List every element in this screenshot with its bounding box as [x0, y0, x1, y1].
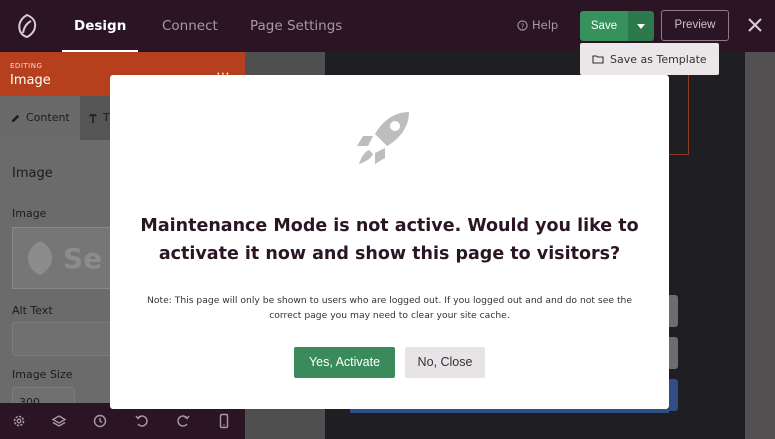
preview-button[interactable]: Preview: [661, 10, 729, 41]
dialog-note: Note: This page will only be shown to us…: [146, 295, 633, 321]
maintenance-mode-dialog: Maintenance Mode is not active. Would yo…: [110, 75, 669, 409]
save-dropdown-menu[interactable]: Save as Template: [580, 43, 719, 75]
alt-text-input[interactable]: [12, 322, 122, 356]
help-icon: ?: [517, 19, 528, 31]
tab-design[interactable]: Design: [61, 0, 139, 52]
save-button[interactable]: Save: [580, 11, 628, 41]
selected-block-outline: [669, 75, 689, 155]
image-size-label: Image Size: [12, 368, 73, 381]
editing-label: EDITING: [10, 62, 43, 70]
save-as-template-option[interactable]: Save as Template: [610, 53, 707, 66]
undo-icon[interactable]: [134, 413, 150, 429]
editing-title: Image: [10, 73, 51, 88]
redo-icon[interactable]: [175, 413, 191, 429]
canvas-right-area: [745, 52, 775, 439]
no-close-button[interactable]: No, Close: [405, 347, 485, 378]
history-icon[interactable]: [92, 413, 108, 429]
pencil-icon: [11, 114, 20, 122]
layers-icon[interactable]: [51, 413, 67, 429]
tab-page-settings[interactable]: Page Settings: [250, 0, 342, 52]
paragraph-icon: [89, 113, 97, 123]
section-title: Image: [12, 166, 53, 181]
save-options-button[interactable]: [628, 11, 654, 41]
rocket-icon: [357, 112, 409, 164]
canvas-submit-button: [669, 379, 678, 411]
dialog-heading: Maintenance Mode is not active. Would yo…: [140, 216, 639, 264]
canvas-form-field: [669, 295, 678, 327]
tab-templates-label: T: [103, 111, 110, 124]
tab-connect[interactable]: Connect: [162, 0, 218, 52]
folder-icon: [592, 55, 604, 64]
yes-activate-button[interactable]: Yes, Activate: [294, 347, 395, 378]
tab-content-label: Content: [26, 111, 70, 124]
canvas-submit-bar: [350, 409, 669, 413]
help-label: Help: [532, 18, 559, 32]
seedprod-leaf-icon: [28, 241, 53, 275]
svg-text:?: ?: [521, 21, 525, 30]
close-icon[interactable]: [744, 14, 766, 36]
caret-down-icon: [637, 23, 645, 29]
image-placeholder-text: Se: [63, 242, 103, 275]
help-link[interactable]: ? Help: [517, 18, 558, 32]
tab-templates[interactable]: T: [80, 96, 110, 140]
image-label: Image: [12, 207, 47, 220]
tab-content[interactable]: Content: [0, 96, 80, 140]
alt-text-label: Alt Text: [12, 304, 53, 317]
settings-gear-icon[interactable]: [11, 413, 27, 429]
image-preview[interactable]: Se: [12, 227, 122, 289]
canvas-form-field: [669, 337, 678, 369]
seedprod-logo-icon[interactable]: [14, 13, 40, 39]
mobile-preview-icon[interactable]: [216, 413, 232, 429]
